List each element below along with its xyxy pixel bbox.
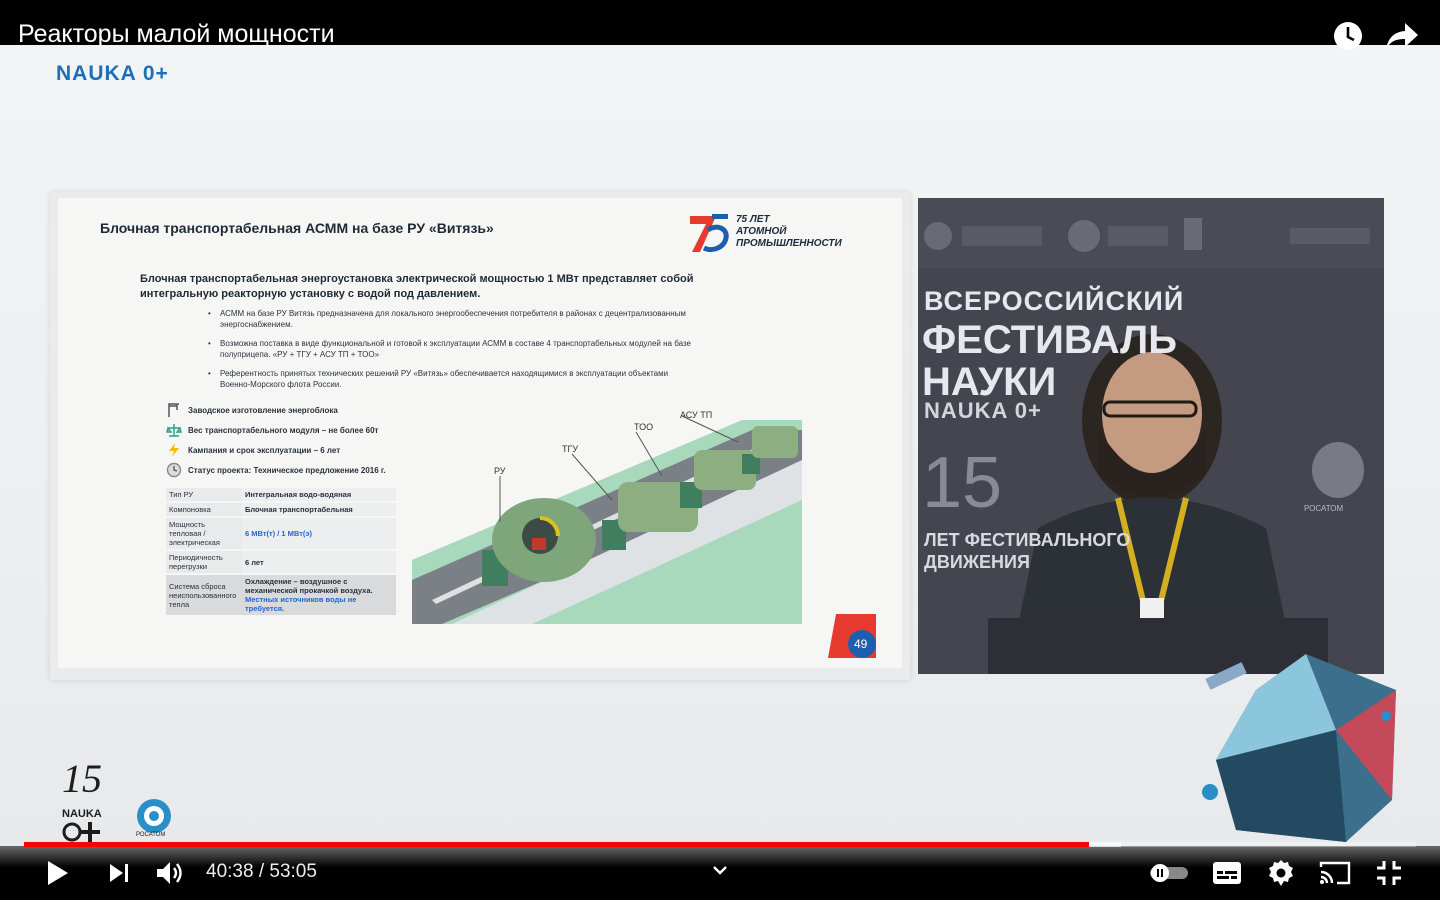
page-number-badge: 49 bbox=[828, 614, 876, 658]
festival-line-7: ДВИЖЕНИЯ bbox=[924, 552, 1030, 572]
label-tgu: ТГУ bbox=[562, 444, 578, 454]
cast-icon bbox=[1319, 861, 1351, 885]
slide-bullets: АСММ на базе РУ Витязь предназначена для… bbox=[208, 308, 698, 398]
page-number: 49 bbox=[854, 637, 868, 651]
feature-weight: Вес транспортабельного модуля – не более… bbox=[166, 422, 378, 438]
feature-text: Вес транспортабельного модуля – не более… bbox=[188, 425, 379, 435]
label-too: ТОО bbox=[634, 422, 653, 432]
feature-text: Заводское изготовление энергоблока bbox=[188, 405, 338, 415]
anniversary-75-icon bbox=[690, 214, 729, 253]
play-button[interactable] bbox=[40, 856, 74, 890]
exit-fullscreen-button[interactable] bbox=[1372, 856, 1406, 890]
exit-fullscreen-icon bbox=[1377, 861, 1401, 885]
video-title[interactable]: Реакторы малой мощности bbox=[18, 20, 335, 49]
settings-button[interactable] bbox=[1264, 856, 1298, 890]
anniv-line-2: АТОМНОЙ bbox=[736, 226, 787, 237]
anniversary-text: 75 ЛЕТ АТОМНОЙ ПРОМЫШЛЕННОСТИ bbox=[736, 214, 842, 250]
play-icon bbox=[48, 861, 68, 885]
time-display: 40:38 / 53:05 bbox=[206, 861, 317, 882]
chevron-down-icon bbox=[713, 866, 727, 875]
festival-line-5: 15 bbox=[922, 443, 1003, 523]
gear-icon bbox=[1269, 860, 1293, 886]
feature-factory: Заводское изготовление энергоблока bbox=[166, 402, 338, 418]
video-frame[interactable]: NAUKA 0+ Блочная транспортабельная АСММ … bbox=[0, 0, 1440, 900]
festival-line-1: ВСЕРОССИЙСКИЙ bbox=[924, 286, 1185, 316]
slide-lead: Блочная транспортабельная энергоустановк… bbox=[140, 273, 694, 300]
bullet-item: АСММ на базе РУ Витязь предназначена для… bbox=[208, 308, 698, 330]
bullet-item: Референтность принятых технических решен… bbox=[208, 368, 698, 390]
table-cell-text: Охлаждение – воздушное с механической пр… bbox=[245, 577, 373, 595]
table-row: Система сброса неиспользованного тепла О… bbox=[166, 574, 396, 617]
feature-campaign: Кампания и срок эксплуатации – 6 лет bbox=[166, 442, 340, 458]
festival-line-4: NAUKA 0+ bbox=[924, 398, 1042, 423]
progress-bar[interactable] bbox=[24, 842, 1416, 847]
festival-line-2: ФЕСТИВАЛЬ bbox=[922, 318, 1177, 362]
table-row: Периодичность перегрузки 6 лет bbox=[166, 550, 396, 575]
subtitles-icon bbox=[1213, 862, 1241, 884]
speaker-camera-panel: ВСЕРОССИЙСКИЙ ФЕСТИВАЛЬ НАУКИ NAUKA 0+ 1… bbox=[918, 198, 1384, 674]
bullet-item: Возможна поставка в виде функциональной … bbox=[208, 338, 698, 360]
convoy-illustration: РУ ТГУ ТОО АСУ ТП bbox=[412, 410, 802, 624]
rosatom-wall-label: РОСАТОМ bbox=[1304, 504, 1344, 513]
svg-text:15: 15 bbox=[62, 756, 102, 801]
skip-next-icon bbox=[110, 864, 128, 882]
label-ru: РУ bbox=[494, 466, 506, 476]
anniversary-logo: 75 ЛЕТ АТОМНОЙ ПРОМЫШЛЕННОСТИ bbox=[686, 208, 886, 260]
clock-icon bbox=[1334, 22, 1362, 50]
progress-played bbox=[24, 842, 1089, 847]
nauka-logo-bottom: NAUKA bbox=[62, 808, 102, 820]
scales-icon bbox=[166, 424, 182, 437]
autoplay-icon bbox=[1150, 864, 1188, 882]
festival-15-logo: 15 bbox=[62, 756, 102, 842]
clock-icon bbox=[166, 462, 182, 478]
crane-icon bbox=[168, 403, 179, 417]
table-row: Мощность тепловая / электрическая 6 МВт(… bbox=[166, 517, 396, 551]
table-row: Компоновка Блочная транспортабельная bbox=[166, 502, 396, 518]
chapters-toggle[interactable] bbox=[708, 858, 732, 882]
lightning-icon bbox=[169, 443, 179, 457]
feature-text: Статус проекта: Техническое предложение … bbox=[188, 465, 386, 475]
volume-button[interactable] bbox=[154, 856, 188, 890]
spec-table: Тип РУ Интегральная водо-водяная Компоно… bbox=[166, 488, 396, 617]
share-button[interactable] bbox=[1384, 18, 1420, 54]
festival-line-6: ЛЕТ ФЕСТИВАЛЬНОГО bbox=[924, 530, 1131, 550]
rosatom-logo-text: РОСАТОМ bbox=[136, 832, 166, 838]
watch-later-button[interactable] bbox=[1330, 18, 1366, 54]
volume-icon bbox=[157, 862, 182, 884]
subtitles-button[interactable] bbox=[1210, 856, 1244, 890]
share-arrow-icon bbox=[1386, 23, 1418, 49]
speaker-background bbox=[918, 198, 1384, 674]
autoplay-toggle[interactable] bbox=[1148, 856, 1190, 890]
table-row: Тип РУ Интегральная водо-водяная bbox=[166, 488, 396, 503]
table-cell-note: Местных источников воды не требуется. bbox=[245, 595, 357, 613]
slide-title: Блочная транспортабельная АСММ на базе Р… bbox=[100, 220, 494, 236]
feature-status: Статус проекта: Техническое предложение … bbox=[166, 462, 386, 478]
crystal-illustration bbox=[1202, 654, 1396, 842]
nauka-logo-top: NAUKA 0+ bbox=[56, 62, 169, 85]
label-asu: АСУ ТП bbox=[680, 410, 712, 420]
presentation-slide: Блочная транспортабельная АСММ на базе Р… bbox=[58, 198, 902, 668]
slide-panel: Блочная транспортабельная АСММ на базе Р… bbox=[50, 192, 910, 680]
cast-button[interactable] bbox=[1318, 856, 1352, 890]
anniv-line-3: ПРОМЫШЛЕННОСТИ bbox=[736, 238, 842, 249]
feature-text: Кампания и срок эксплуатации – 6 лет bbox=[188, 445, 341, 455]
anniv-line-1: 75 ЛЕТ bbox=[736, 214, 770, 225]
next-button[interactable] bbox=[102, 856, 136, 890]
